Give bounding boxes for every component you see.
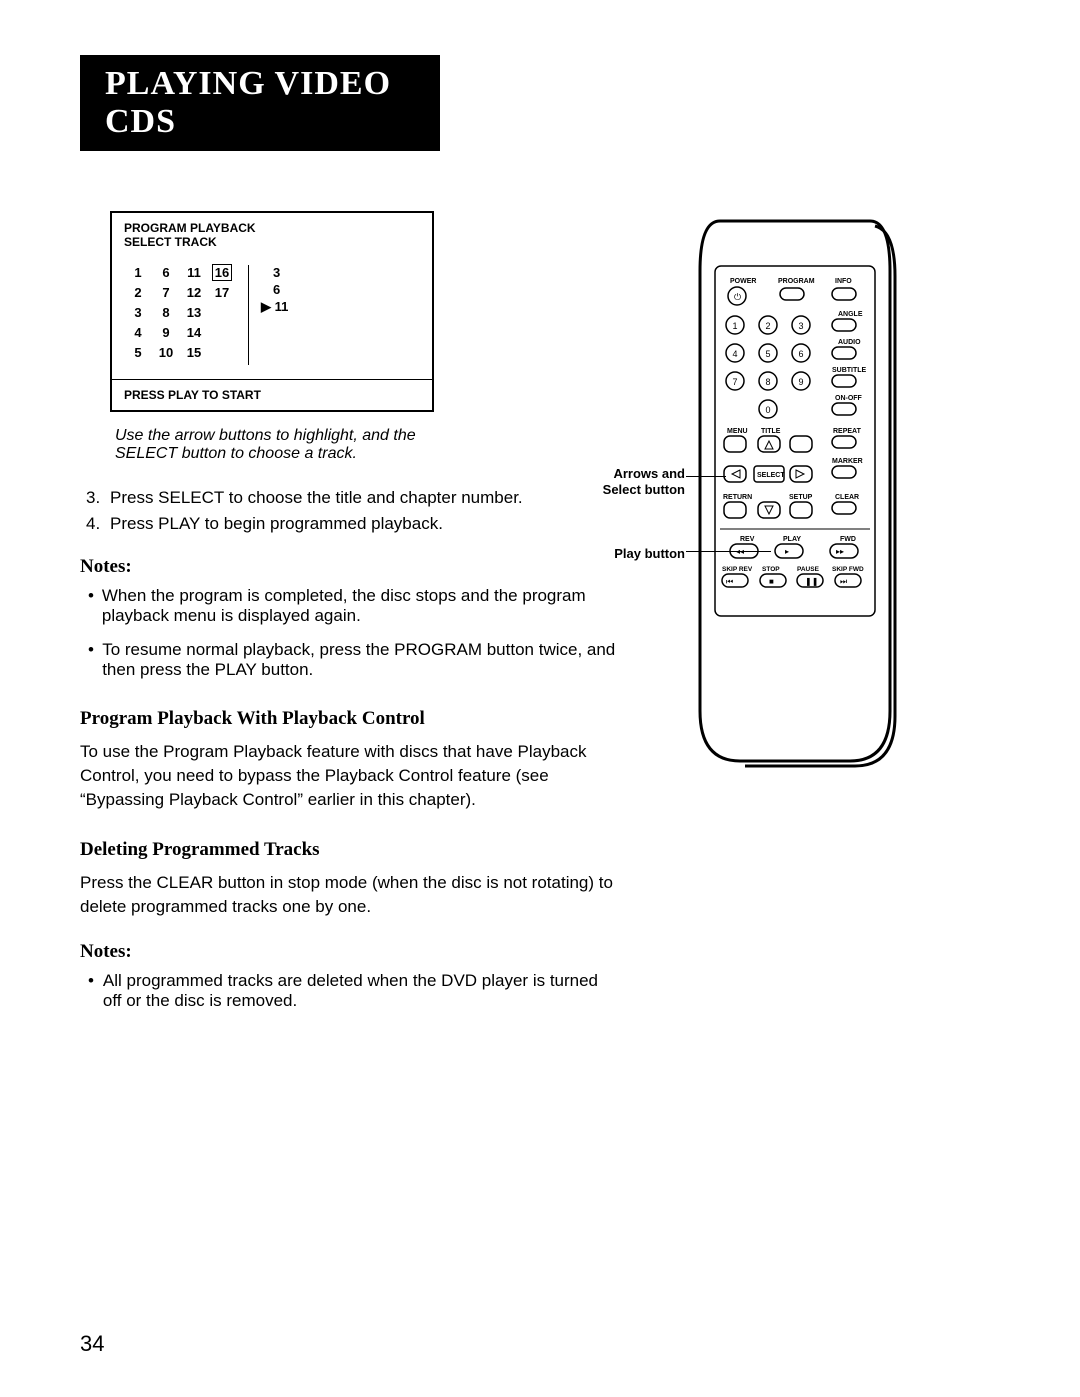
note-text: All programmed tracks are deleted when t… xyxy=(103,971,620,1011)
svg-text:SKIP FWD: SKIP FWD xyxy=(832,566,864,573)
track-cell: 1 xyxy=(124,265,152,285)
track-cell: 5 xyxy=(124,345,152,365)
selected-track: ▶ 11 xyxy=(273,299,288,315)
osd-header-1: PROGRAM PLAYBACK xyxy=(124,221,420,235)
section-heading: Program Playback With Playback Control xyxy=(80,708,620,730)
osd-footer: PRESS PLAY TO START xyxy=(112,379,432,410)
step-number: 3. xyxy=(86,488,110,508)
svg-text:SETUP: SETUP xyxy=(789,494,813,501)
svg-text:3: 3 xyxy=(798,321,803,331)
svg-text:POWER: POWER xyxy=(730,278,756,285)
svg-text:7: 7 xyxy=(732,377,737,387)
svg-text:4: 4 xyxy=(732,349,737,359)
notes-heading: Notes: xyxy=(80,556,620,578)
section-heading: Deleting Programmed Tracks xyxy=(80,839,620,861)
svg-text:REPEAT: REPEAT xyxy=(833,428,862,435)
svg-text:REV: REV xyxy=(740,536,755,543)
svg-text:CLEAR: CLEAR xyxy=(835,494,859,501)
svg-text:AUDIO: AUDIO xyxy=(838,339,861,346)
track-cell: 6 xyxy=(152,265,180,285)
svg-text:⏻: ⏻ xyxy=(734,292,741,302)
osd-header-2: SELECT TRACK xyxy=(124,235,420,249)
svg-text:TITLE: TITLE xyxy=(761,428,781,435)
svg-text:PLAY: PLAY xyxy=(783,536,801,543)
svg-text:■: ■ xyxy=(769,577,774,586)
bullet-icon: • xyxy=(88,586,102,626)
svg-text:❚❚: ❚❚ xyxy=(805,577,818,586)
track-cell: 9 xyxy=(152,325,180,345)
svg-text:▸▸: ▸▸ xyxy=(836,547,844,556)
osd-caption: Use the arrow buttons to highlight, and … xyxy=(115,427,465,463)
svg-text:SELECT: SELECT xyxy=(757,472,785,479)
note-text: When the program is completed, the disc … xyxy=(102,586,620,626)
track-cell: 3 xyxy=(124,305,152,325)
bullet-icon: • xyxy=(88,640,102,680)
svg-text:6: 6 xyxy=(798,349,803,359)
svg-text:PAUSE: PAUSE xyxy=(797,566,820,573)
svg-text:RETURN: RETURN xyxy=(723,494,752,501)
note-text: To resume normal playback, press the PRO… xyxy=(102,640,620,680)
page-title: PLAYING VIDEO CDS xyxy=(80,55,440,151)
svg-text:STOP: STOP xyxy=(762,566,780,573)
svg-text:1: 1 xyxy=(732,321,737,331)
svg-text:MENU: MENU xyxy=(727,428,748,435)
track-cell: 15 xyxy=(180,345,208,365)
svg-text:9: 9 xyxy=(798,377,803,387)
track-cell: 12 xyxy=(180,285,208,305)
callout-arrows-select: Arrows and Select button xyxy=(590,466,685,497)
step-number: 4. xyxy=(86,514,110,534)
svg-text:MARKER: MARKER xyxy=(832,458,863,465)
section-body: Press the CLEAR button in stop mode (whe… xyxy=(80,871,620,919)
remote-control-diagram: POWER ⏻ PROGRAM INFO ANGLE AUDIO SUBTITL… xyxy=(690,211,900,771)
svg-text:ON-OFF: ON-OFF xyxy=(835,395,863,402)
track-cell: 4 xyxy=(124,325,152,345)
svg-text:SUBTITLE: SUBTITLE xyxy=(832,367,867,374)
svg-text:FWD: FWD xyxy=(840,536,856,543)
track-cell: 16 xyxy=(208,265,236,285)
svg-text:⏮: ⏮ xyxy=(726,577,733,586)
selected-track: 6 xyxy=(273,282,288,297)
notes-heading: Notes: xyxy=(80,941,620,963)
svg-text:▸: ▸ xyxy=(785,547,789,556)
page-number: 34 xyxy=(80,1331,104,1357)
callout-play: Play button xyxy=(590,546,685,562)
track-cell: 7 xyxy=(152,285,180,305)
svg-text:⏭: ⏭ xyxy=(840,577,847,586)
selected-track: 3 xyxy=(273,265,288,280)
svg-text:8: 8 xyxy=(765,377,770,387)
svg-text:PROGRAM: PROGRAM xyxy=(778,278,815,285)
osd-screen: PROGRAM PLAYBACK SELECT TRACK 1 6 11 16 … xyxy=(110,211,434,412)
svg-text:SKIP REV: SKIP REV xyxy=(722,566,753,573)
step-text: Press PLAY to begin programmed playback. xyxy=(110,514,443,534)
track-cell: 17 xyxy=(208,285,236,305)
svg-text:ANGLE: ANGLE xyxy=(838,311,863,318)
svg-text:2: 2 xyxy=(765,321,770,331)
track-cell: 10 xyxy=(152,345,180,365)
track-cell: 13 xyxy=(180,305,208,325)
track-cell: 14 xyxy=(180,325,208,345)
step-text: Press SELECT to choose the title and cha… xyxy=(110,488,523,508)
track-cell: 8 xyxy=(152,305,180,325)
svg-text:INFO: INFO xyxy=(835,278,852,285)
bullet-icon: • xyxy=(88,971,103,1011)
track-cell: 11 xyxy=(180,265,208,285)
svg-text:5: 5 xyxy=(765,349,770,359)
svg-text:0: 0 xyxy=(765,405,770,415)
track-grid: 1 6 11 16 2 7 12 17 3 8 13 4 9 xyxy=(124,265,236,365)
section-body: To use the Program Playback feature with… xyxy=(80,740,620,811)
track-cell: 2 xyxy=(124,285,152,305)
